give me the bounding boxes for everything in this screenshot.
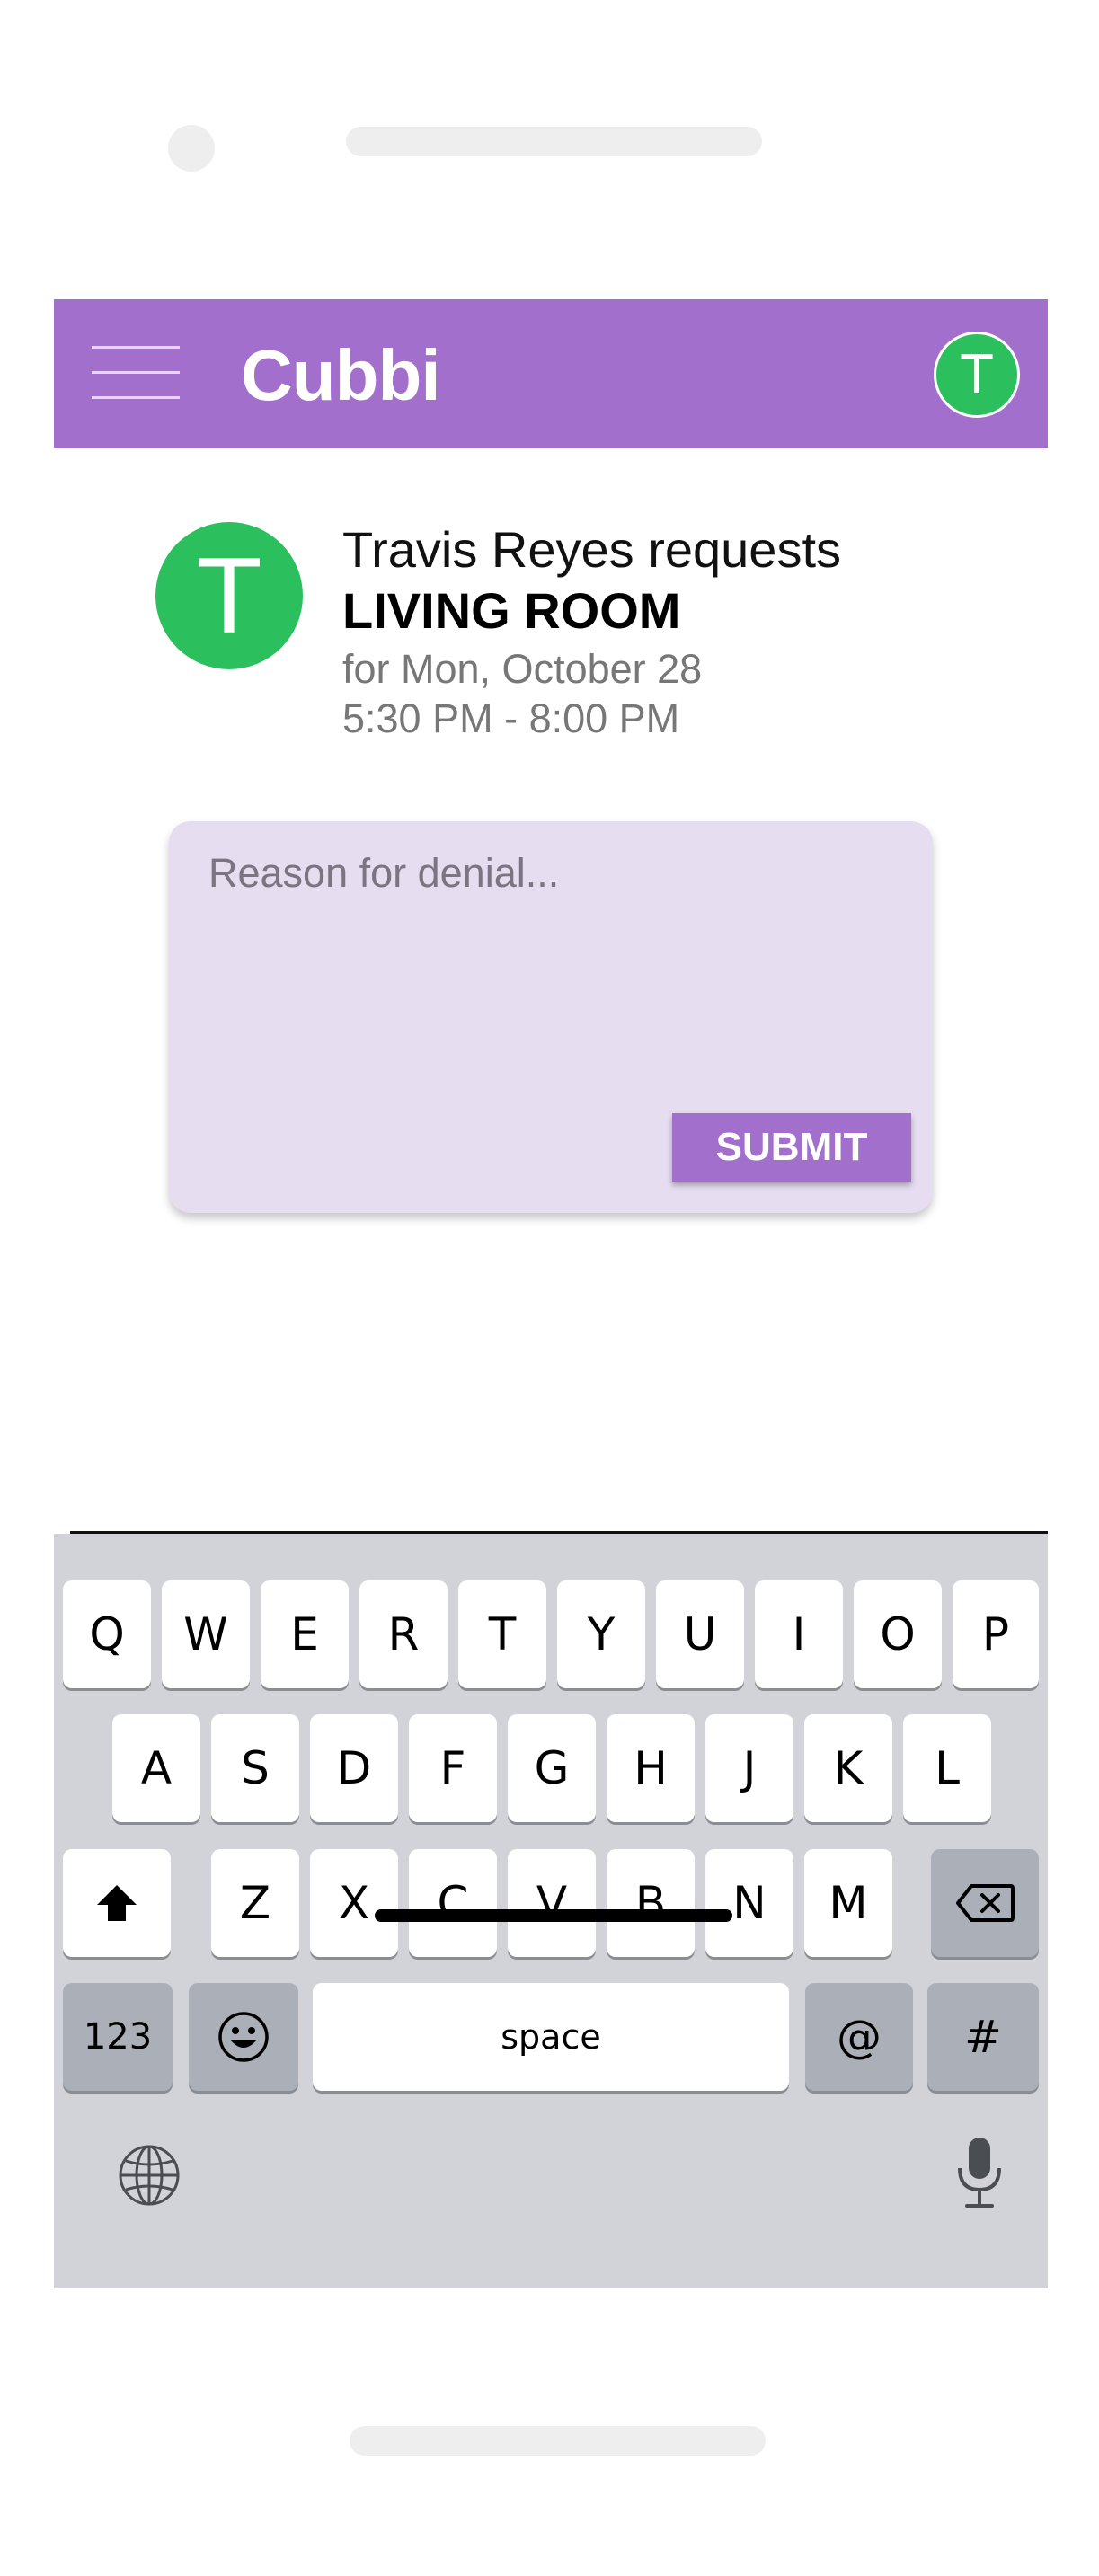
key-t[interactable]: T bbox=[458, 1580, 546, 1688]
backspace-icon bbox=[956, 1884, 1015, 1922]
app-title: Cubbi bbox=[241, 335, 441, 415]
key-s[interactable]: S bbox=[211, 1714, 299, 1822]
key-z[interactable]: Z bbox=[211, 1849, 299, 1957]
key-e[interactable]: E bbox=[261, 1580, 349, 1688]
key-l[interactable]: L bbox=[903, 1714, 991, 1822]
shift-key[interactable] bbox=[63, 1849, 171, 1957]
requester-avatar: T bbox=[155, 522, 303, 669]
key-k[interactable]: K bbox=[804, 1714, 892, 1822]
menu-icon[interactable] bbox=[92, 344, 180, 402]
on-screen-keyboard: Q W E R T Y U I O P A S D F G H J K L Z … bbox=[54, 1534, 1048, 2288]
key-d[interactable]: D bbox=[310, 1714, 398, 1822]
user-avatar[interactable]: T bbox=[934, 332, 1020, 418]
key-o[interactable]: O bbox=[854, 1580, 942, 1688]
emoji-icon bbox=[218, 2012, 269, 2062]
backspace-key[interactable] bbox=[931, 1849, 1039, 1957]
room-name: LIVING ROOM bbox=[342, 582, 681, 639]
key-r[interactable]: R bbox=[359, 1580, 448, 1688]
key-p[interactable]: P bbox=[953, 1580, 1039, 1688]
denial-reason-input[interactable] bbox=[208, 850, 891, 1120]
key-y[interactable]: Y bbox=[557, 1580, 645, 1688]
key-q[interactable]: Q bbox=[63, 1580, 151, 1688]
key-a[interactable]: A bbox=[112, 1714, 200, 1822]
key-f[interactable]: F bbox=[409, 1714, 497, 1822]
top-speaker bbox=[346, 127, 762, 156]
key-w[interactable]: W bbox=[162, 1580, 250, 1688]
key-c[interactable]: C bbox=[409, 1849, 497, 1957]
microphone-icon[interactable] bbox=[953, 2134, 1006, 2216]
app-screen: Cubbi T T Travis Reyes requests LIVING R… bbox=[54, 299, 1048, 2288]
emoji-key[interactable] bbox=[189, 1983, 298, 2091]
shift-arrow-icon bbox=[97, 1885, 137, 1921]
key-m[interactable]: M bbox=[804, 1849, 892, 1957]
numbers-key[interactable]: 123 bbox=[63, 1983, 173, 2091]
key-u[interactable]: U bbox=[656, 1580, 744, 1688]
request-date: for Mon, October 28 bbox=[342, 646, 703, 692]
bottom-speaker bbox=[350, 2426, 766, 2456]
globe-icon[interactable] bbox=[117, 2143, 182, 2212]
submit-button[interactable]: SUBMIT bbox=[672, 1113, 911, 1182]
key-v[interactable]: V bbox=[508, 1849, 596, 1957]
denial-card: SUBMIT bbox=[169, 821, 933, 1213]
request-time: 5:30 PM - 8:00 PM bbox=[342, 695, 680, 741]
space-key[interactable]: space bbox=[313, 1983, 789, 2091]
key-h[interactable]: H bbox=[607, 1714, 695, 1822]
device-frame: Cubbi T T Travis Reyes requests LIVING R… bbox=[0, 0, 1099, 2576]
key-b[interactable]: B bbox=[607, 1849, 695, 1957]
front-camera bbox=[168, 125, 215, 172]
key-i[interactable]: I bbox=[755, 1580, 843, 1688]
at-key[interactable]: @ bbox=[805, 1983, 913, 2091]
app-bar: Cubbi T bbox=[54, 299, 1048, 448]
key-n[interactable]: N bbox=[705, 1849, 793, 1957]
key-j[interactable]: J bbox=[705, 1714, 793, 1822]
key-g[interactable]: G bbox=[508, 1714, 596, 1822]
requester-line: Travis Reyes requests bbox=[342, 521, 841, 578]
key-x[interactable]: X bbox=[310, 1849, 398, 1957]
hash-key[interactable]: # bbox=[927, 1983, 1039, 2091]
home-indicator bbox=[375, 1909, 732, 1922]
